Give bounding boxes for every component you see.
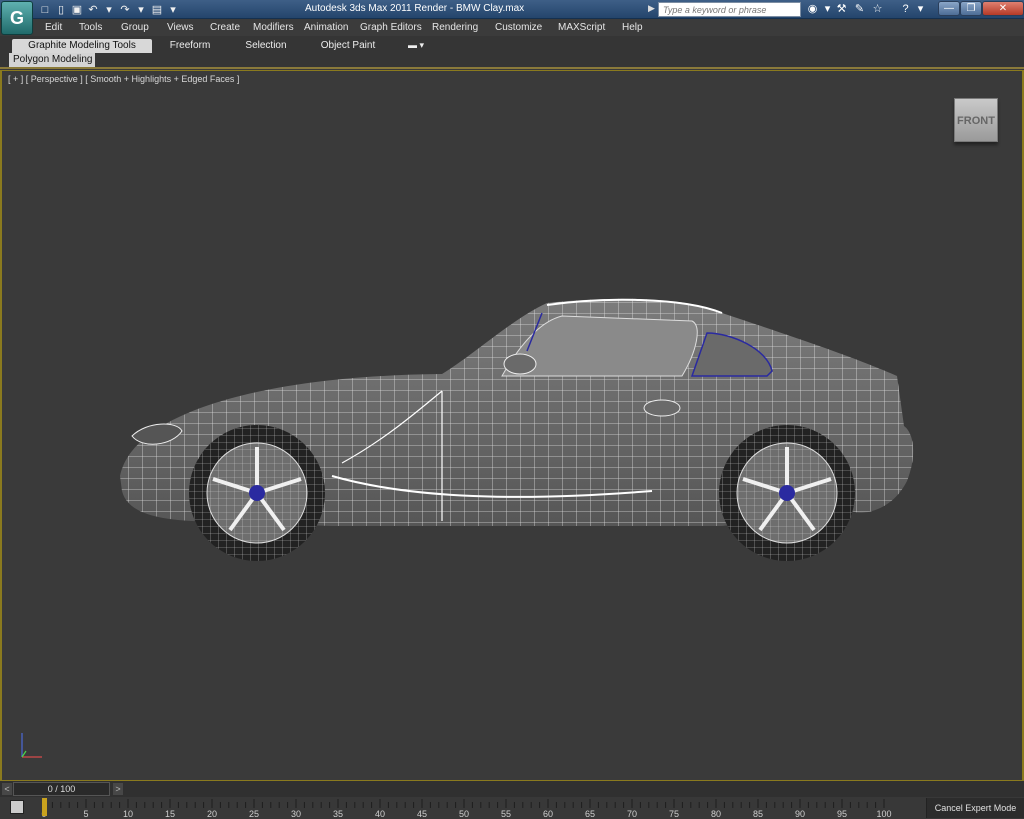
track-tick-label: 45	[417, 809, 427, 819]
track-tick-label: 65	[585, 809, 595, 819]
dropdown-icon[interactable]: ▾	[820, 2, 835, 17]
save-icon[interactable]: ▣	[70, 3, 84, 17]
window-title: Autodesk 3ds Max 2011 Render - BMW Clay.…	[305, 3, 525, 14]
track-tick-label: 55	[501, 809, 511, 819]
search-input[interactable]	[658, 2, 801, 17]
time-slider-thumb[interactable]: 0 / 100	[13, 782, 110, 796]
app-window: □ ▯ ▣ ↶ ▾ ↷ ▾ ▤ ▾ Autodesk 3ds Max 2011 …	[0, 0, 1024, 819]
track-tick-label: 70	[627, 809, 637, 819]
open-file-icon[interactable]: ▯	[54, 3, 68, 17]
front-wheel	[189, 425, 325, 561]
tab-graphite-modeling-tools[interactable]: Graphite Modeling Tools	[12, 39, 152, 53]
ribbon-panel-polygon-modeling[interactable]: Polygon Modeling	[9, 53, 95, 67]
menu-customize[interactable]: Customize	[495, 22, 542, 33]
undo-dropdown-icon[interactable]: ▾	[102, 3, 116, 17]
application-button[interactable]: G	[1, 1, 33, 35]
tab-object-paint[interactable]: Object Paint	[312, 39, 384, 53]
track-tick-label: 100	[876, 809, 891, 819]
restore-button[interactable]: ❐	[960, 1, 982, 16]
menu-help[interactable]: Help	[622, 22, 643, 33]
track-tick-label: 75	[669, 809, 679, 819]
redo-icon[interactable]: ↷	[118, 3, 132, 17]
menu-create[interactable]: Create	[210, 22, 240, 33]
track-tick-label: 35	[333, 809, 343, 819]
time-slider[interactable]: < 0 / 100 >	[0, 781, 1024, 797]
menu-graph-editors[interactable]: Graph Editors	[360, 22, 422, 33]
quick-access-toolbar: □ ▯ ▣ ↶ ▾ ↷ ▾ ▤ ▾	[38, 2, 180, 17]
track-tick-label: 85	[753, 809, 763, 819]
rear-wheel	[719, 425, 855, 561]
search-expand-icon[interactable]: ▶	[648, 3, 655, 14]
redo-dropdown-icon[interactable]: ▾	[134, 3, 148, 17]
tools-icon[interactable]: ✎	[852, 2, 867, 17]
menu-modifiers[interactable]: Modifiers	[253, 22, 294, 33]
customize-dropdown-icon[interactable]: ▾	[166, 3, 180, 17]
track-tick-label: 60	[543, 809, 553, 819]
menu-animation[interactable]: Animation	[304, 22, 348, 33]
track-bar[interactable]: 0510152025303540455055606570758085909510…	[0, 797, 1024, 819]
menu-tools[interactable]: Tools	[79, 22, 102, 33]
track-tick-label: 10	[123, 809, 133, 819]
menu-rendering[interactable]: Rendering	[432, 22, 478, 33]
current-frame-marker[interactable]	[42, 798, 47, 816]
binoculars-icon[interactable]: ◉	[805, 2, 820, 17]
title-bar: □ ▯ ▣ ↶ ▾ ↷ ▾ ▤ ▾ Autodesk 3ds Max 2011 …	[0, 0, 1024, 19]
key-tools-icon[interactable]: ⚒	[834, 2, 849, 17]
track-tick-label: 50	[459, 809, 469, 819]
minimize-button[interactable]: —	[938, 1, 960, 16]
menu-views[interactable]: Views	[167, 22, 194, 33]
undo-icon[interactable]: ↶	[86, 3, 100, 17]
perspective-viewport[interactable]: [ + ] [ Perspective ] [ Smooth + Highlig…	[0, 70, 1024, 781]
help-dropdown-icon[interactable]: ▾	[913, 2, 928, 17]
car-wireframe-model[interactable]	[2, 71, 1022, 780]
ribbon-options-icon[interactable]: ▬ ▾	[408, 40, 424, 51]
track-tick-label: 20	[207, 809, 217, 819]
tab-freeform[interactable]: Freeform	[160, 39, 220, 53]
track-tick-label: 90	[795, 809, 805, 819]
open-mini-curve-editor-icon[interactable]	[10, 800, 24, 814]
close-button[interactable]: ✕	[982, 1, 1024, 16]
cancel-expert-mode-button[interactable]: Cancel Expert Mode	[926, 798, 1024, 818]
project-folder-icon[interactable]: ▤	[150, 3, 164, 17]
track-tick-label: 95	[837, 809, 847, 819]
track-tick-label: 80	[711, 809, 721, 819]
time-slider-prev-button[interactable]: <	[2, 783, 12, 795]
favorites-star-icon[interactable]: ☆	[870, 2, 885, 17]
track-ruler[interactable]: 0510152025303540455055606570758085909510…	[40, 797, 926, 819]
track-tick-label: 30	[291, 809, 301, 819]
menu-edit[interactable]: Edit	[45, 22, 62, 33]
menu-maxscript[interactable]: MAXScript	[558, 22, 605, 33]
track-tick-label: 40	[375, 809, 385, 819]
menu-bar: Edit Tools Group Views Create Modifiers Animat…	[34, 19, 1024, 36]
help-icon[interactable]: ?	[898, 2, 913, 17]
axis-tripod-icon	[21, 733, 42, 758]
menu-group[interactable]: Group	[121, 22, 149, 33]
track-tick-label: 5	[83, 809, 88, 819]
tab-selection[interactable]: Selection	[236, 39, 296, 53]
track-tick-label: 25	[249, 809, 259, 819]
ribbon: Graphite Modeling Tools Freeform Selecti…	[0, 36, 1024, 69]
time-slider-next-button[interactable]: >	[113, 783, 123, 795]
new-file-icon[interactable]: □	[38, 3, 52, 17]
track-tick-label: 15	[165, 809, 175, 819]
